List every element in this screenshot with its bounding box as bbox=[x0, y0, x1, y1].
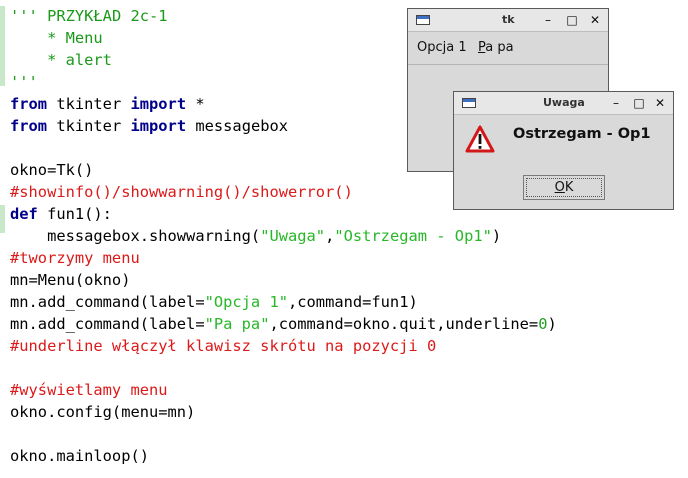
comment: #tworzymy menu bbox=[10, 249, 140, 267]
menu-item-papa[interactable]: Pa pa bbox=[478, 32, 514, 64]
code-line: def fun1(): bbox=[10, 203, 112, 225]
code-text: * bbox=[186, 95, 205, 113]
code-text: mn.add_command(label= bbox=[10, 315, 205, 333]
code-line: * Menu bbox=[10, 27, 103, 49]
code-text: ,command=okno.quit,underline= bbox=[269, 315, 539, 333]
fold-marker bbox=[0, 6, 5, 86]
code-text: messagebox bbox=[186, 117, 289, 135]
code-line: okno.mainloop() bbox=[10, 445, 149, 467]
close-icon[interactable]: ✕ bbox=[588, 13, 602, 27]
code-line: okno.config(menu=mn) bbox=[10, 401, 195, 423]
code-line: mn.add_command(label="Opcja 1",command=f… bbox=[10, 291, 418, 313]
code-line: okno=Tk() bbox=[10, 159, 93, 181]
code-text: , bbox=[325, 227, 335, 245]
menu-item-opcja1[interactable]: Opcja 1 bbox=[417, 32, 467, 64]
tk-titlebar[interactable]: tk – □ ✕ bbox=[408, 9, 608, 32]
code-text: tkinter bbox=[47, 117, 131, 135]
alert-title: Uwaga bbox=[543, 96, 585, 109]
code-line: #underline włączył klawisz skrótu na poz… bbox=[10, 335, 436, 357]
keyword: from bbox=[10, 117, 48, 135]
alert-titlebar[interactable]: Uwaga – □ ✕ bbox=[454, 92, 673, 115]
docstring-text: * Menu bbox=[10, 29, 103, 47]
code-line: ''' bbox=[10, 71, 38, 93]
code-text: okno.mainloop() bbox=[10, 447, 149, 465]
window-icon bbox=[462, 98, 476, 108]
code-text: tkinter bbox=[47, 95, 131, 113]
code-line: #tworzymy menu bbox=[10, 247, 140, 269]
string-literal: "Ostrzegam - Op1" bbox=[334, 227, 492, 245]
code-text: messagebox.showwarning( bbox=[10, 227, 261, 245]
menubar: Opcja 1 Pa pa bbox=[408, 32, 608, 65]
code-line: from tkinter import messagebox bbox=[10, 115, 288, 137]
window-icon bbox=[416, 15, 430, 25]
keyword: import bbox=[130, 117, 187, 135]
docstring-title: PRZYKŁAD 2c-1 bbox=[47, 7, 168, 25]
menu-item-papa-label: a pa bbox=[485, 40, 514, 55]
code-text: ) bbox=[491, 227, 502, 245]
minimize-icon[interactable]: – bbox=[541, 13, 555, 27]
code-line: from tkinter import * bbox=[10, 93, 205, 115]
keyword: def bbox=[10, 205, 38, 223]
docstring-quote: ''' bbox=[10, 7, 48, 25]
string-literal: "Opcja 1" bbox=[204, 293, 288, 311]
docstring-text: * alert bbox=[10, 51, 112, 69]
code-text: mn=Menu(okno) bbox=[10, 271, 131, 289]
minimize-icon[interactable]: – bbox=[609, 96, 623, 110]
code-line: mn.add_command(label="Pa pa",command=okn… bbox=[10, 313, 557, 335]
string-literal: "Pa pa" bbox=[204, 315, 270, 333]
code-line: * alert bbox=[10, 49, 112, 71]
code-line: messagebox.showwarning("Uwaga","Ostrzega… bbox=[10, 225, 501, 247]
maximize-icon[interactable]: □ bbox=[632, 96, 646, 110]
warning-icon bbox=[465, 125, 495, 153]
code-line: ''' PRZYKŁAD 2c-1 bbox=[10, 5, 168, 27]
focus-ring bbox=[526, 178, 602, 197]
code-line: mn=Menu(okno) bbox=[10, 269, 130, 291]
maximize-icon[interactable]: □ bbox=[565, 13, 579, 27]
code-text: ) bbox=[547, 315, 557, 333]
comment: #underline włączył klawisz skrótu na poz… bbox=[10, 337, 437, 355]
comment: #wyświetlamy menu bbox=[10, 381, 168, 399]
comment: #showinfo()/showwarning()/showerror() bbox=[10, 183, 353, 201]
window-title: tk bbox=[502, 13, 515, 26]
code-line: #wyświetlamy menu bbox=[10, 379, 168, 401]
code-text: ,command=fun1) bbox=[288, 293, 418, 311]
keyword: from bbox=[10, 95, 48, 113]
ok-button[interactable]: OK bbox=[523, 175, 605, 200]
string-literal: "Uwaga" bbox=[260, 227, 326, 245]
close-icon[interactable]: ✕ bbox=[653, 96, 667, 110]
alert-dialog[interactable]: Uwaga – □ ✕ Ostrzegam - Op1 OK bbox=[453, 91, 674, 210]
alert-message: Ostrzegam - Op1 bbox=[513, 126, 651, 142]
code-line: #showinfo()/showwarning()/showerror() bbox=[10, 181, 353, 203]
code-text: okno=Tk() bbox=[10, 161, 94, 179]
code-text: okno.config(menu=mn) bbox=[10, 403, 196, 421]
code-text: mn.add_command(label= bbox=[10, 293, 205, 311]
code-text: fun1(): bbox=[37, 205, 112, 223]
fold-marker bbox=[0, 205, 5, 233]
keyword: import bbox=[130, 95, 187, 113]
docstring-quote: ''' bbox=[10, 73, 38, 91]
